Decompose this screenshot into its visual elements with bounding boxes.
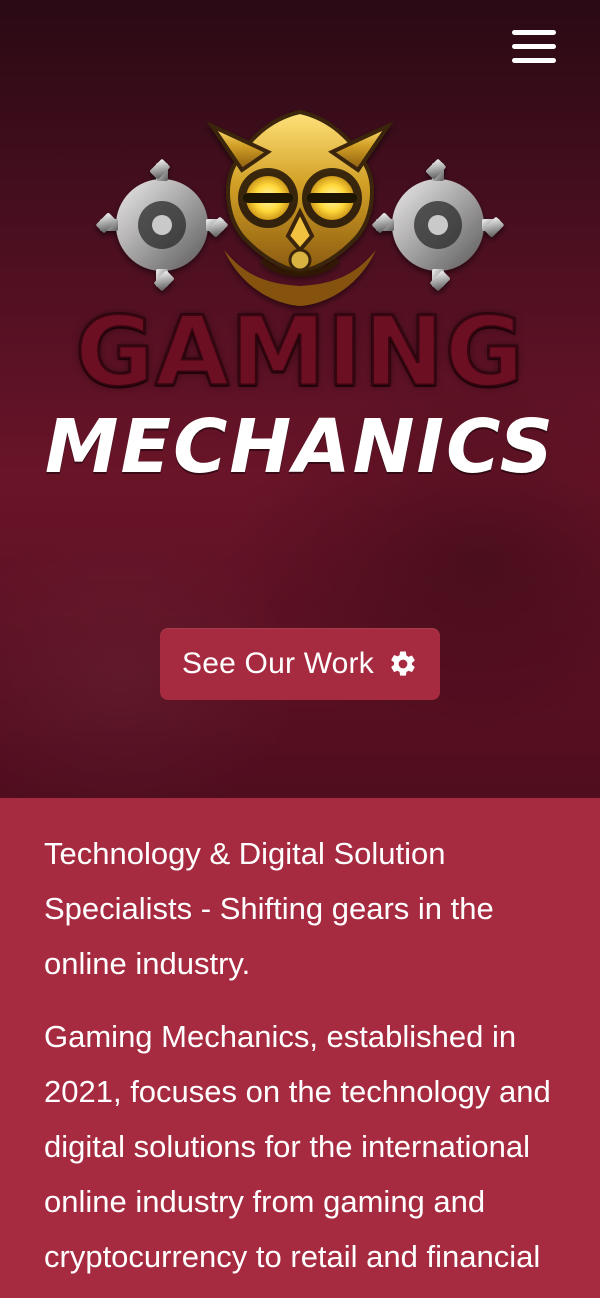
owl-gear-logo-art	[96, 109, 504, 306]
brand-wordmark-top: GAMING	[74, 296, 525, 408]
menu-icon-bar	[512, 30, 556, 35]
brand-wordmark-bottom: MECHANICS	[44, 404, 556, 490]
hero-section: GAMING MECHANICS See Our Work	[0, 0, 600, 798]
intro-paragraph: Technology & Digital Solution Specialist…	[44, 836, 494, 981]
menu-icon-bar	[512, 44, 556, 49]
body-paragraph: Gaming Mechanics, established in 2021, f…	[44, 1019, 551, 1274]
about-section: Technology & Digital Solution Specialist…	[0, 798, 600, 1298]
see-our-work-button[interactable]: See Our Work	[160, 628, 440, 700]
menu-icon-bar	[512, 58, 556, 63]
brand-logo: GAMING MECHANICS	[0, 92, 600, 492]
menu-button[interactable]	[508, 28, 560, 66]
see-our-work-label: See Our Work	[182, 647, 374, 680]
gear-icon	[391, 651, 415, 676]
